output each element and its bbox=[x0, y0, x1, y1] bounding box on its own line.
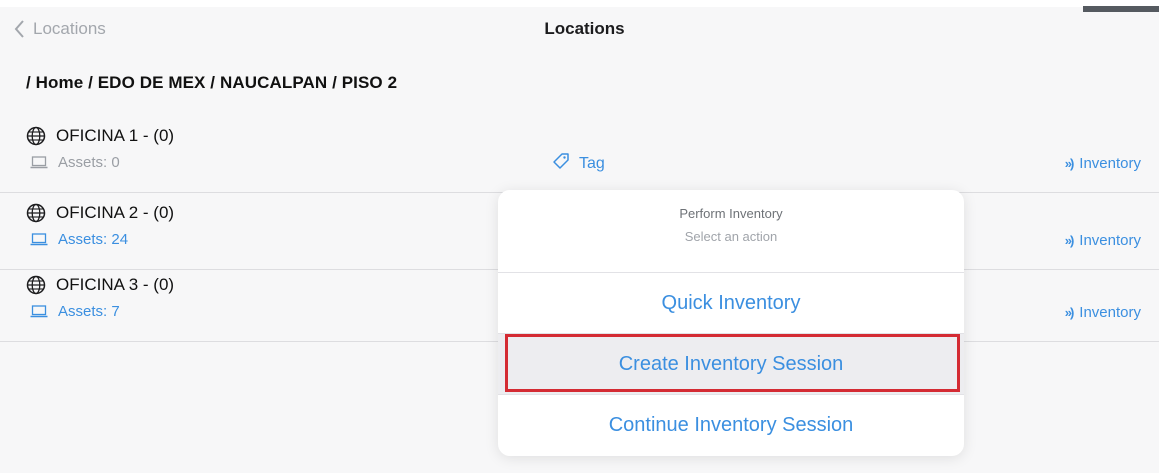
rfid-waves-icon: ») bbox=[1064, 233, 1074, 248]
inventory-button[interactable]: ») Inventory bbox=[1065, 155, 1141, 172]
location-name[interactable]: OFICINA 3 - (0) bbox=[26, 275, 174, 295]
popover-title: Perform Inventory bbox=[679, 206, 783, 221]
rfid-waves-icon: ») bbox=[1064, 156, 1074, 171]
tag-icon bbox=[552, 152, 570, 175]
rfid-waves-icon: ») bbox=[1064, 305, 1074, 320]
breadcrumb: / Home / EDO DE MEX / NAUCALPAN / PISO 2 bbox=[26, 73, 398, 92]
assets-label: Assets: 7 bbox=[58, 303, 120, 320]
location-name-label: OFICINA 1 - (0) bbox=[56, 126, 175, 145]
location-name-label: OFICINA 2 - (0) bbox=[56, 203, 175, 222]
inventory-label: Inventory bbox=[1079, 304, 1141, 321]
inventory-button[interactable]: ») Inventory bbox=[1065, 304, 1141, 321]
assets-link[interactable]: Assets: 24 bbox=[30, 231, 128, 248]
inventory-label: Inventory bbox=[1079, 232, 1141, 249]
quick-inventory-button[interactable]: Quick Inventory bbox=[498, 273, 964, 334]
globe-icon bbox=[26, 275, 46, 295]
assets-label: Assets: 24 bbox=[58, 231, 129, 248]
page-title: Locations bbox=[544, 19, 625, 38]
popover-header: Perform Inventory Select an action bbox=[498, 190, 964, 273]
assets-count: Assets: 0 bbox=[30, 154, 120, 171]
globe-icon bbox=[26, 203, 46, 223]
inventory-button[interactable]: ») Inventory bbox=[1065, 232, 1141, 249]
assets-label: Assets: 0 bbox=[58, 154, 120, 171]
globe-icon bbox=[26, 126, 46, 146]
location-row[interactable]: OFICINA 1 - (0) Assets: 0 Tag ») Invento… bbox=[0, 116, 1159, 193]
status-strip bbox=[0, 0, 1159, 7]
popover-subtitle: Select an action bbox=[684, 229, 778, 244]
create-inventory-session-button[interactable]: Create Inventory Session bbox=[498, 334, 964, 395]
assets-link[interactable]: Assets: 7 bbox=[30, 303, 120, 320]
tag-label: Tag bbox=[579, 154, 605, 172]
location-name-label: OFICINA 3 - (0) bbox=[56, 275, 175, 294]
nav-bar: Locations Locations bbox=[0, 7, 1159, 53]
tag-button[interactable]: Tag bbox=[552, 152, 605, 175]
laptop-icon bbox=[30, 233, 48, 246]
continue-inventory-session-button[interactable]: Continue Inventory Session bbox=[498, 395, 964, 455]
laptop-icon bbox=[30, 156, 48, 169]
perform-inventory-popover: Perform Inventory Select an action Quick… bbox=[498, 190, 964, 456]
inventory-label: Inventory bbox=[1079, 155, 1141, 172]
laptop-icon bbox=[30, 305, 48, 318]
location-name[interactable]: OFICINA 1 - (0) bbox=[26, 126, 174, 146]
location-name[interactable]: OFICINA 2 - (0) bbox=[26, 203, 174, 223]
